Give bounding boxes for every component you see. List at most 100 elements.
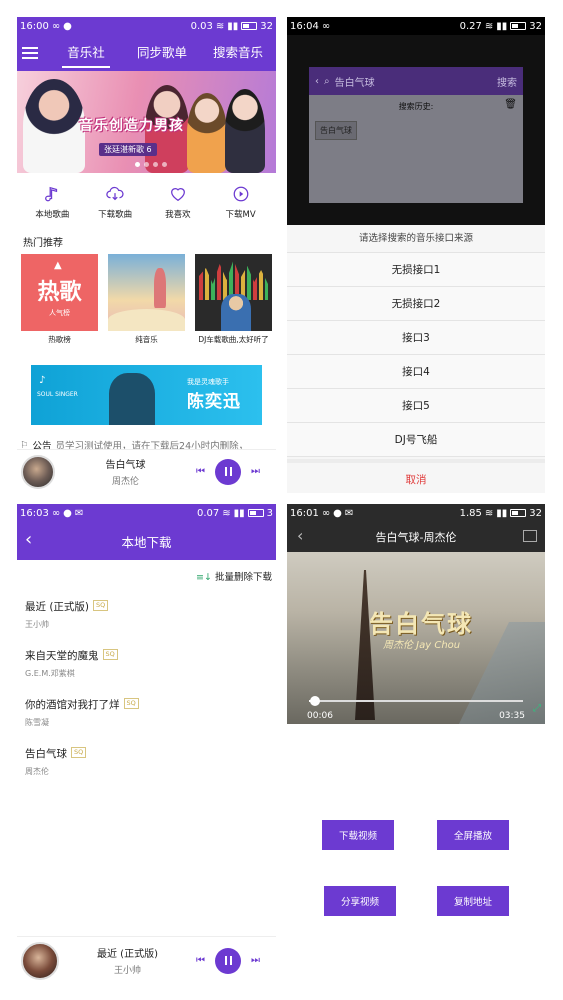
pause-button[interactable] [215,947,241,974]
infinity-icon: ∞ [51,20,61,32]
list-item[interactable]: 告白气球 SQ 周杰伦 [17,736,276,785]
status-speed: 0.03 [190,20,213,32]
top-nav: 音乐社 同步歌单 搜索音乐 [17,35,276,71]
song-name: 你的酒馆对我打了烊 [25,699,120,711]
next-icon[interactable]: ⏭ [251,466,260,477]
rec-hot-songs[interactable]: ▲ 热歌 人气榜 热歌榜 [21,254,98,345]
source-option-3[interactable]: 接口3 [287,321,545,355]
list-item[interactable]: 最近 (正式版) SQ 王小帅 [17,589,276,638]
album-art[interactable] [21,454,55,489]
rec-label: DJ车载歌曲,太好听了 [198,335,269,344]
mini-player[interactable]: 告白气球 周杰伦 ⏮ ⏭ [17,449,276,493]
tab-music-community[interactable]: 音乐社 [48,35,124,71]
tab-sync-playlist[interactable]: 同步歌单 [124,35,200,71]
battery-icon [247,509,264,517]
tab-search-music[interactable]: 搜索音乐 [200,35,276,71]
download-mv-label: 下载MV [225,210,256,220]
dj-person-image [221,294,251,331]
notice-bar[interactable]: ⚐ 公告 员学习测试使用，请在下载后24小时内删除， [17,425,276,453]
wifi-icon: ≋ [222,507,231,519]
now-playing: 最近 (正式版) 王小帅 [59,945,196,976]
cancel-button[interactable]: 取消 [287,459,545,493]
pause-button[interactable] [215,458,241,485]
local-songs-button[interactable]: 本地歌曲 [22,185,82,220]
back-icon[interactable]: ‹ [25,530,32,550]
menu-icon[interactable] [22,47,38,59]
source-option-dj[interactable]: DJ号飞船 [287,423,545,457]
now-playing-artist: 周杰伦 [111,477,139,487]
sort-delete-icon: ≡↓ [196,572,212,583]
source-option-5[interactable]: 接口5 [287,389,545,423]
song-artist: G.E.M.邓紫棋 [25,669,75,678]
source-option-lossless-2[interactable]: 无损接口2 [287,287,545,321]
previous-icon[interactable]: ⏮ [196,466,205,477]
rec-pure-music[interactable]: 纯音乐 [108,254,185,345]
status-speed: 0.27 [459,20,482,32]
progress-knob[interactable] [310,696,321,706]
next-icon[interactable]: ⏭ [251,955,260,966]
promo-banner[interactable]: 音乐创造力男孩 张廷湛新歌 6 [17,71,276,173]
song-name: 最近 (正式版) [25,601,90,613]
wifi-icon: ≋ [484,507,494,519]
video-player[interactable]: 告白气球 周杰伦 Jay Chou 00:06 03:35 ⤢ [287,552,545,724]
ad-line1: 我是灵魂歌手 [187,378,229,386]
page-title: 本地下载 [121,534,172,550]
quick-actions: 本地歌曲 下载歌曲 我喜欢 下载MV [17,173,276,226]
ad-banner[interactable]: ♪ SOUL SINGER 我是灵魂歌手 陈奕迅 [31,365,262,425]
cover-small-text: 人气榜 [49,309,70,317]
download-icon[interactable] [523,530,537,542]
source-option-lossless-1[interactable]: 无损接口1 [287,253,545,287]
banner-subtitle: 张廷湛新歌 6 [99,143,157,156]
batch-delete-label: 批量删除下载 [214,572,272,583]
cover-cloud-image [108,309,185,331]
fullscreen-icon[interactable]: ⤢ [533,703,541,714]
banner-person-image [23,79,85,173]
search-icon: ⌕ [324,75,330,87]
song-artist: 王小帅 [25,620,49,629]
infinity-icon: ∞ [51,507,61,519]
status-speed: 0.07 [196,507,220,519]
song-name: 来自天堂的魔鬼 [25,650,99,662]
back-icon[interactable]: ‹ [297,526,303,545]
list-item[interactable]: 来自天堂的魔鬼 SQ G.E.M.邓紫棋 [17,638,276,687]
fullscreen-play-button[interactable]: 全屏播放 [437,820,509,850]
cover-figure-image [154,268,166,308]
status-bar: 16:03 ∞ ● ✉ 0.07 ≋ ▮▮ 3 [17,504,276,522]
signal-icon: ▮▮ [496,507,508,519]
favorites-button[interactable]: 我喜欢 [148,185,208,220]
battery-icon [510,509,527,517]
copy-link-button[interactable]: 复制地址 [437,886,509,916]
mv-player-screen: 16:01 ∞ ● ✉ 1.85 ≋ ▮▮ 32 ‹ 告白气球-周杰伦 告白气球… [287,504,545,984]
share-video-button[interactable]: 分享视频 [324,886,396,916]
song-artist: 陈雪凝 [25,718,49,727]
status-time: 16:03 [20,507,49,519]
search-input[interactable]: 告白气球 [335,74,375,89]
banner-person-image [187,93,227,173]
now-playing-song: 告白气球 [105,460,146,471]
back-icon[interactable]: ‹ [315,76,319,87]
chat-icon: ● [63,20,72,32]
video-title-bar: ‹ 告白气球-周杰伦 [287,522,545,552]
signal-icon: ▮▮ [233,507,245,519]
trash-icon[interactable]: 🗑 [504,99,517,110]
source-picker-sheet: 请选择搜索的音乐接口来源 无损接口1 无损接口2 接口3 接口4 接口5 DJ号… [287,225,545,493]
mini-player[interactable]: 最近 (正式版) 王小帅 ⏮ ⏭ [17,936,276,984]
source-option-4[interactable]: 接口4 [287,355,545,389]
album-art[interactable] [21,941,59,980]
list-item[interactable]: 你的酒馆对我打了烊 SQ 陈雪凝 [17,687,276,736]
rec-dj-car[interactable]: DJ车载歌曲,太好听了 [195,254,272,345]
history-title: 搜索历史: [398,102,434,111]
video-overlay-title: 告白气球 [369,609,473,638]
batch-delete-button[interactable]: ≡↓ 批量删除下载 [17,560,276,589]
history-item[interactable]: 告白气球 [315,121,357,140]
previous-icon[interactable]: ⏮ [196,955,205,966]
search-button[interactable]: 搜索 [497,74,517,89]
video-progress-bar[interactable] [309,696,523,706]
download-songs-button[interactable]: 下载歌曲 [85,185,145,220]
download-video-button[interactable]: 下载视频 [322,820,394,850]
status-time: 16:01 [290,507,319,519]
signal-icon: ▮▮ [227,20,239,32]
download-mv-button[interactable]: 下载MV [211,185,271,220]
status-time: 16:00 [20,20,49,32]
status-battery: 3 [266,507,273,519]
